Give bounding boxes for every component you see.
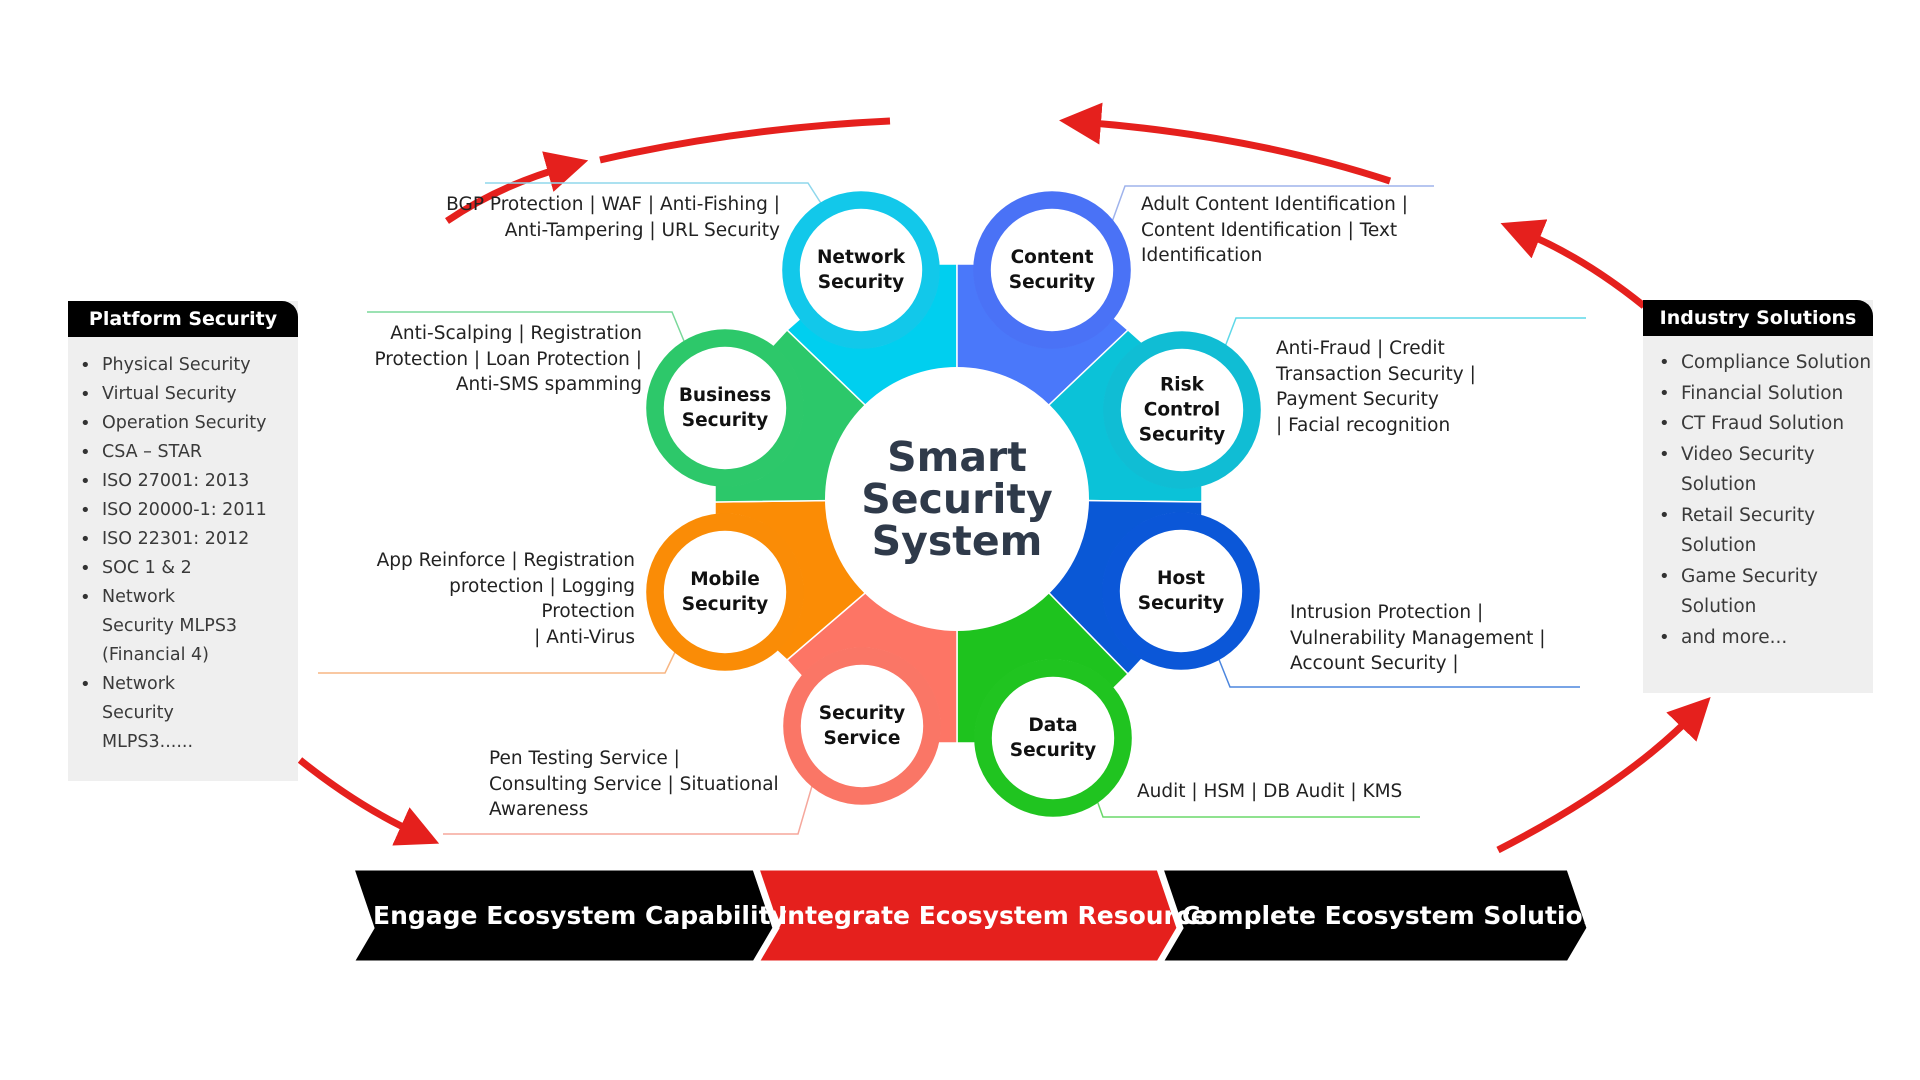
node-description-risk: Anti-Fraud | Credit Transaction Security… [1276,338,1476,436]
node-label-mobile: Mobile Security [681,569,769,615]
node-label-risk: Risk Control Security [1138,374,1226,446]
platform-security-title: Platform Security [68,301,298,337]
list-item: Operation Security [80,409,298,438]
center-title: Smart Security System [861,433,1053,565]
arrow-platform-to-bottom [297,757,440,846]
list-item: Network Security MLPS3 (Financial 4) [80,583,252,670]
platform-security-panel: Platform Security Physical Security Virt… [68,301,298,781]
process-step-label-3: Complete Ecosystem Solution [1182,901,1601,930]
list-item: and more... [1659,623,1873,654]
list-item: Compliance Solution [1659,348,1873,379]
node-description-network: BGP Protection | WAF | Anti-Fishing | An… [446,194,780,241]
list-item: Game Security Solution [1659,562,1821,623]
leader-line-mobile [318,649,677,674]
list-item: Video Security Solution [1659,440,1821,501]
node-label-service: Security Service [818,703,906,749]
process-step-label-2: Integrate Ecosystem Resource [778,901,1208,930]
list-item: Retail Security Solution [1659,501,1821,562]
node-description-content: Adult Content Identification | Content I… [1141,194,1408,266]
list-item: ISO 22301: 2012 [80,525,298,554]
arrow-top-right-segment [1059,102,1392,185]
list-item: ISO 27001: 2013 [80,467,298,496]
list-item: CT Fraud Solution [1659,409,1873,440]
list-item: Network Security MLPS3...... [80,670,252,757]
list-item: CSA – STAR [80,438,298,467]
industry-solutions-list: Compliance Solution Financial Solution C… [1643,336,1873,653]
arrow-industry-to-top-right [1500,219,1647,309]
process-step-label-1: Engage Ecosystem Capability [373,901,787,930]
industry-solutions-panel: Industry Solutions Compliance Solution F… [1643,300,1873,693]
platform-security-list: Physical Security Virtual Security Opera… [68,337,298,757]
node-description-host: Intrusion Protection | Vulnerability Man… [1290,602,1546,674]
node-label-host: Host Security [1137,568,1225,614]
node-label-network: Network Security [816,247,906,293]
list-item: Physical Security [80,351,298,380]
list-item: ISO 20000-1: 2011 [80,496,298,525]
node-description-service: Pen Testing Service | Consulting Service… [489,748,779,820]
node-description-data: Audit | HSM | DB Audit | KMS [1137,781,1403,802]
arrow-top-left-segment [599,117,891,164]
node-label-data: Data Security [1009,715,1097,761]
industry-solutions-title: Industry Solutions [1643,300,1873,336]
node-label-content: Content Security [1008,247,1096,293]
list-item: Financial Solution [1659,379,1873,410]
list-item: Virtual Security [80,380,298,409]
node-label-business: Business Security [678,385,772,431]
node-description-mobile: App Reinforce | Registration protection … [376,550,635,648]
arrow-bottom-to-industry [1496,696,1711,854]
node-description-business: Anti-Scalping | Registration Protection … [374,323,642,395]
list-item: SOC 1 & 2 [80,554,298,583]
